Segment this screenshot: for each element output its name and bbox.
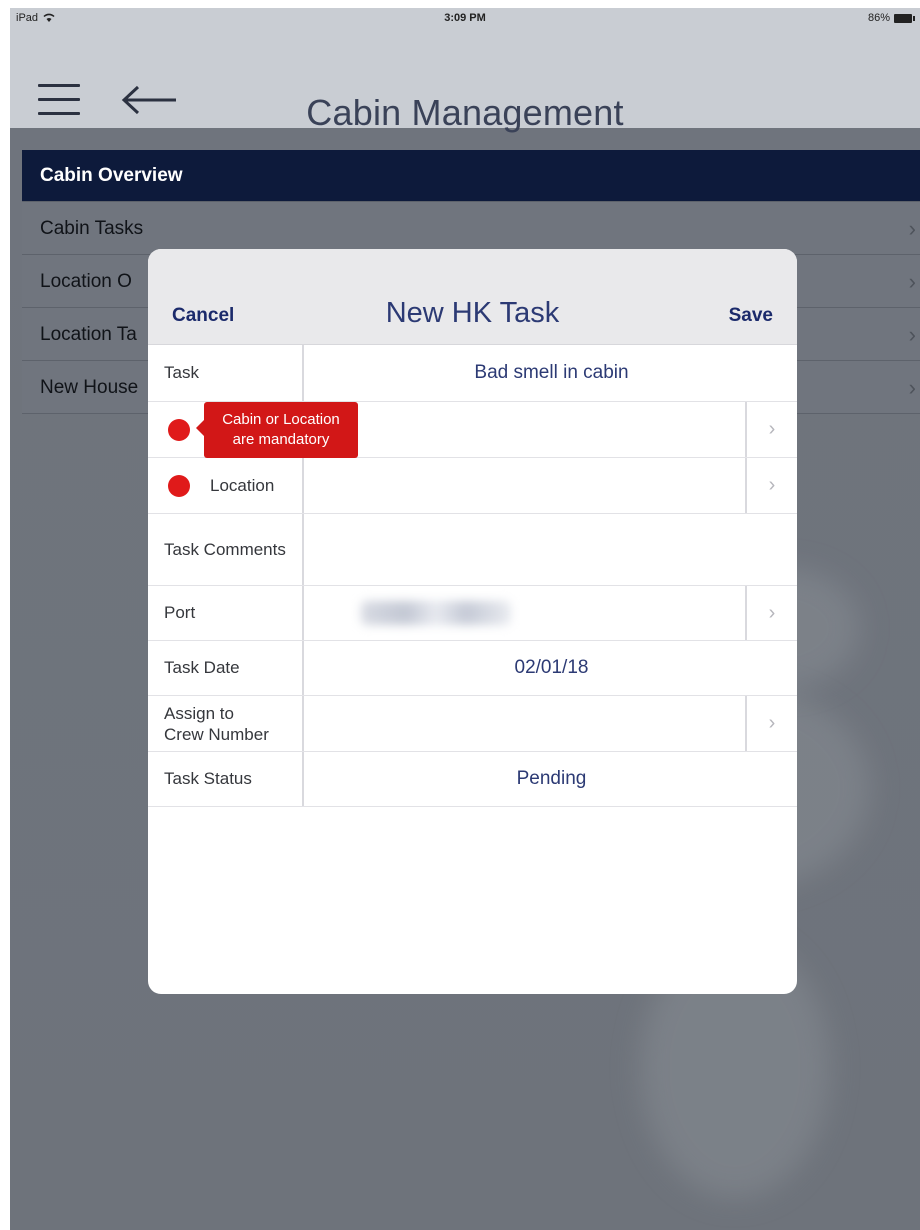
assign-crew-label-line1: Assign to xyxy=(164,703,234,723)
menu-item-label: Cabin Tasks xyxy=(40,218,144,239)
task-label: Task xyxy=(148,345,304,401)
menu-item-label: New House xyxy=(40,377,139,398)
port-label: Port xyxy=(148,586,304,640)
port-value-redacted xyxy=(360,601,511,625)
assign-crew-label-line2: Crew Number xyxy=(164,724,269,744)
tooltip-line1: Cabin or Location xyxy=(222,411,340,428)
task-row[interactable]: Task Bad smell in cabin xyxy=(148,345,797,402)
required-dot-icon xyxy=(168,474,190,497)
battery-percent: 86% xyxy=(867,12,890,24)
menu-item-cabin-overview[interactable]: Cabin Overview xyxy=(22,150,920,202)
task-comments-row[interactable]: Task Comments xyxy=(148,514,797,586)
location-label: Location xyxy=(210,475,275,495)
cabin-value[interactable] xyxy=(306,402,745,457)
status-time: 3:09 PM xyxy=(444,12,486,24)
menu-item-label: Location O xyxy=(40,271,132,292)
task-date-row[interactable]: Task Date 02/01/18 xyxy=(148,641,797,696)
navigation-bar: Cabin Management xyxy=(10,30,920,133)
location-value[interactable] xyxy=(306,458,745,513)
new-task-modal: Cancel New HK Task Save Task Bad smell i… xyxy=(148,249,797,994)
validation-tooltip: Cabin or Location are mandatory xyxy=(196,402,358,458)
task-status-row[interactable]: Task Status Pending xyxy=(148,752,797,807)
port-value[interactable] xyxy=(306,586,745,640)
assign-crew-value[interactable] xyxy=(306,696,745,751)
page-title: Cabin Management xyxy=(306,92,624,133)
menu-item-label: Cabin Overview xyxy=(40,165,183,186)
modal-title: New HK Task xyxy=(385,297,560,329)
task-date-value[interactable]: 02/01/18 xyxy=(306,641,797,695)
status-bar: iPad 3:09 PM 86% xyxy=(10,8,920,30)
task-comments-value[interactable] xyxy=(306,514,797,585)
modal-header: Cancel New HK Task Save xyxy=(148,249,797,345)
task-date-label: Task Date xyxy=(148,641,304,695)
chevron-right-icon: › xyxy=(908,375,916,400)
location-label-cell: Location xyxy=(148,458,304,513)
chevron-right-icon[interactable]: › xyxy=(745,696,797,751)
assign-crew-row[interactable]: Assign to Crew Number › xyxy=(148,696,797,752)
task-status-label: Task Status xyxy=(148,752,304,806)
required-dot-icon xyxy=(168,418,190,441)
menu-item-cabin-tasks[interactable]: Cabin Tasks › xyxy=(22,202,920,255)
battery-icon xyxy=(894,13,915,23)
chevron-right-icon[interactable]: › xyxy=(745,458,797,513)
port-row[interactable]: Port › xyxy=(148,586,797,641)
task-comments-label: Task Comments xyxy=(148,514,304,585)
chevron-right-icon[interactable]: › xyxy=(745,586,797,640)
location-row[interactable]: Location › xyxy=(148,458,797,514)
task-value[interactable]: Bad smell in cabin xyxy=(306,345,797,401)
assign-crew-label: Assign to Crew Number xyxy=(148,696,304,751)
save-button[interactable]: Save xyxy=(729,305,773,327)
chevron-right-icon: › xyxy=(908,216,916,241)
chevron-right-icon: › xyxy=(908,269,916,294)
menu-item-label: Location Ta xyxy=(40,324,137,345)
status-right: 86% xyxy=(867,12,915,24)
task-status-value[interactable]: Pending xyxy=(306,752,797,806)
tooltip-line2: are mandatory xyxy=(232,431,330,448)
chevron-right-icon: › xyxy=(908,322,916,347)
chevron-right-icon[interactable]: › xyxy=(745,402,797,457)
